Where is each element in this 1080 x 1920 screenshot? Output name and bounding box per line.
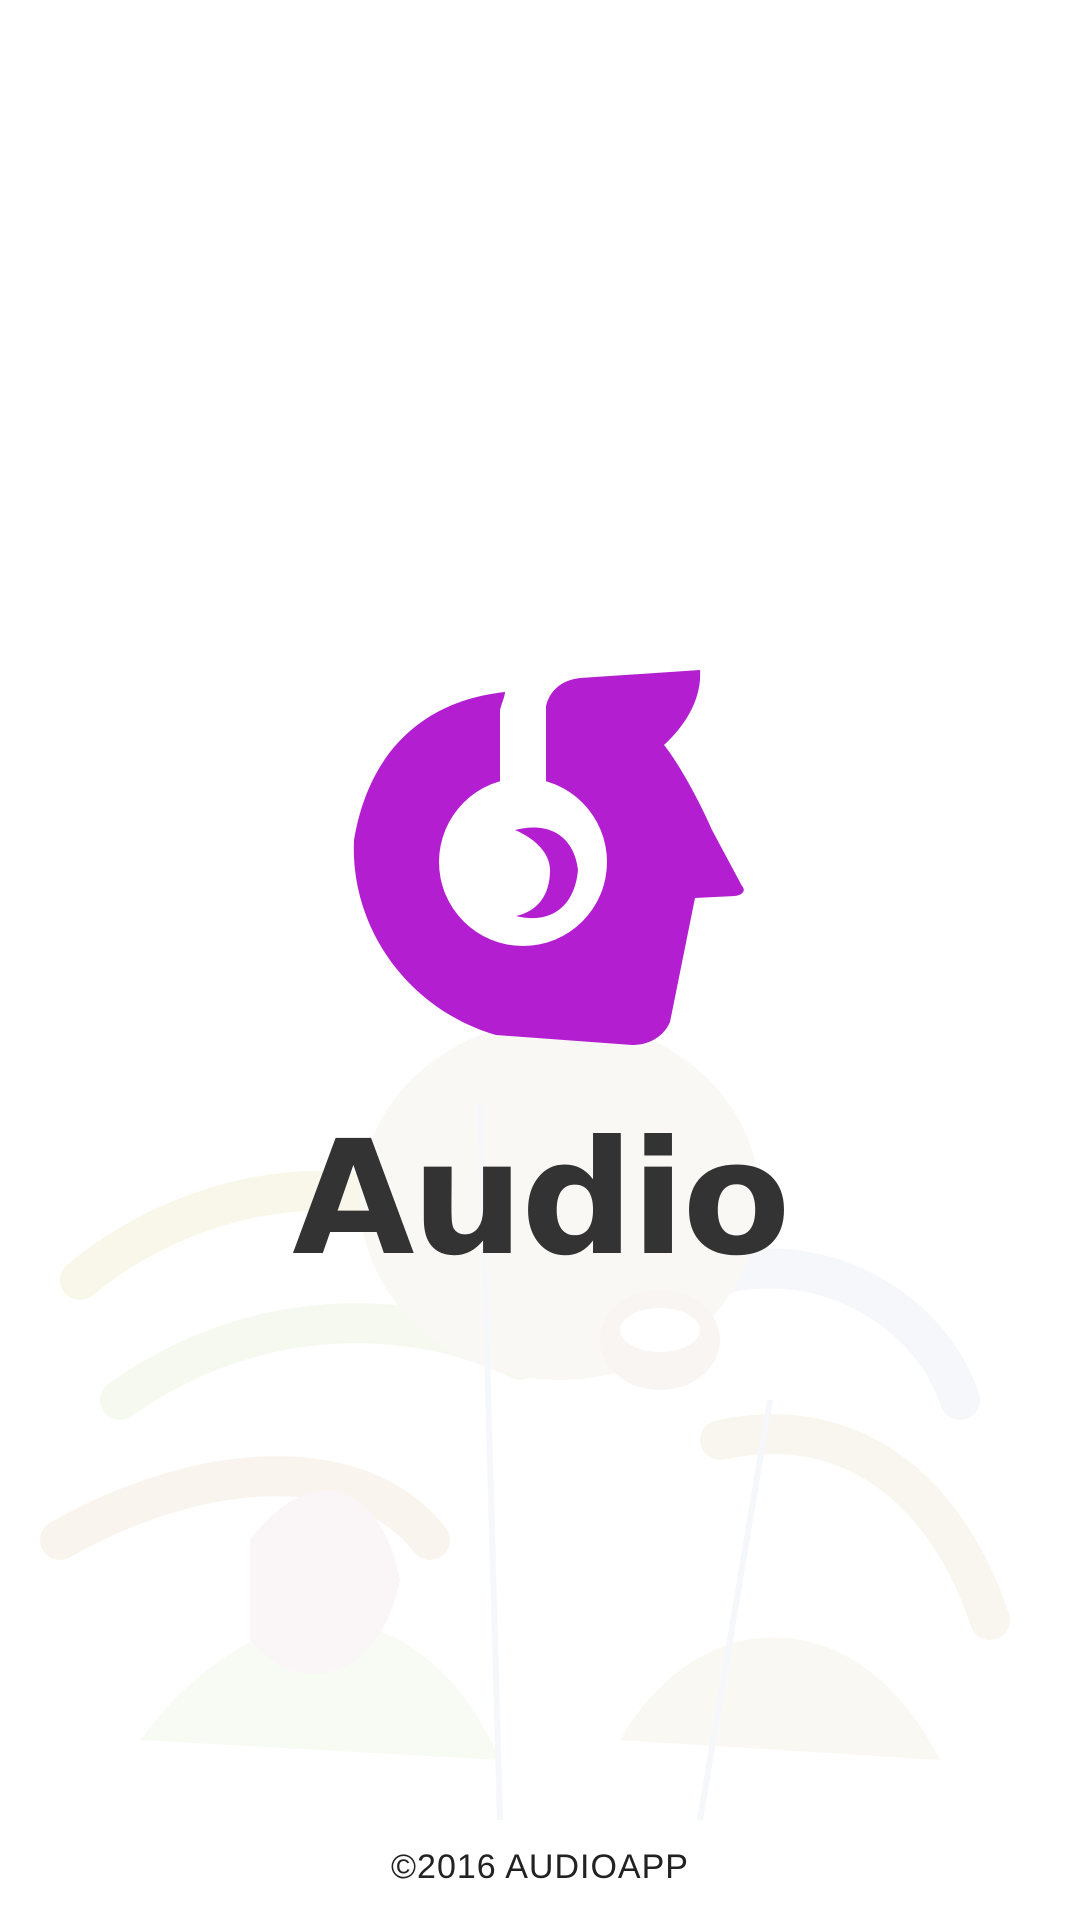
app-title: Audio: [292, 1107, 791, 1291]
copyright-text: ©2016 AUDIOAPP: [391, 1848, 689, 1886]
head-with-headphones-icon: [353, 670, 744, 1045]
splash-screen: Audio ©2016 AUDIOAPP: [0, 0, 1080, 1920]
